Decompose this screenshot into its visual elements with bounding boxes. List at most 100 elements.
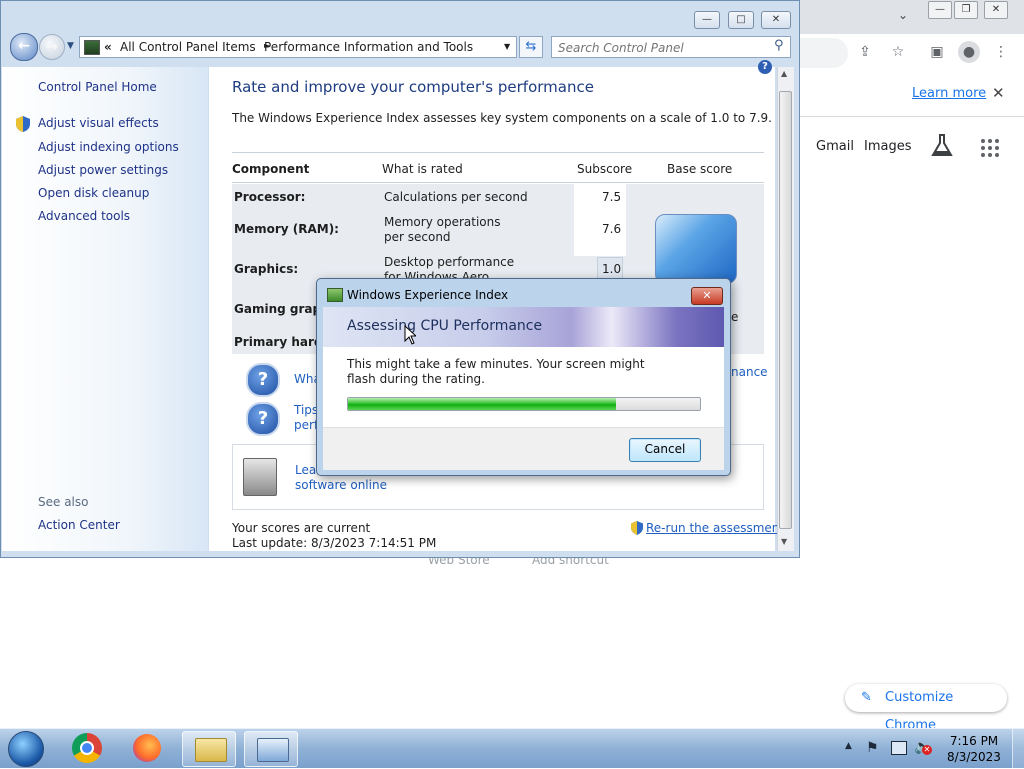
- rerun-assessment-link[interactable]: Re-run the assessment: [646, 521, 784, 535]
- omnibox[interactable]: [800, 38, 848, 68]
- wei-dialog: Windows Experience Index ✕ Assessing CPU…: [316, 278, 731, 476]
- address-dropdown-icon[interactable]: ▼: [504, 42, 510, 51]
- left-link-indexing-options[interactable]: Adjust indexing options: [38, 140, 179, 154]
- software-box-icon: [243, 458, 277, 496]
- tips-help-icon[interactable]: ?: [246, 402, 280, 436]
- action-center-link[interactable]: Action Center: [38, 518, 120, 532]
- dialog-close-button[interactable]: ✕: [691, 287, 723, 305]
- chrome-restore-button[interactable]: ❐: [954, 1, 978, 19]
- help-icon[interactable]: ?: [758, 60, 772, 74]
- help-circle-icon[interactable]: ?: [246, 363, 280, 397]
- firefox-icon: [133, 734, 161, 762]
- breadcrumb-current[interactable]: Performance Information and Tools: [264, 40, 473, 54]
- back-arrow-icon[interactable]: ←: [10, 33, 38, 61]
- tips-link-line1[interactable]: Tips: [294, 403, 318, 417]
- cp-minimize-button[interactable]: —: [694, 11, 720, 29]
- apps-grid-icon[interactable]: [980, 138, 1000, 158]
- profile-avatar-icon[interactable]: ●: [958, 41, 980, 63]
- dialog-message: This might take a few minutes. Your scre…: [347, 357, 645, 386]
- left-link-disk-cleanup[interactable]: Open disk cleanup: [38, 186, 149, 200]
- search-input[interactable]: [556, 39, 770, 57]
- assessment-progress-bar: [347, 397, 701, 411]
- refresh-button[interactable]: ⇆: [519, 36, 543, 58]
- explorer-icon: [195, 738, 227, 762]
- progress-fill: [348, 398, 616, 410]
- chrome-menu-icon[interactable]: ⋮: [990, 41, 1012, 63]
- row-label-processor: Processor:: [234, 190, 306, 204]
- intro-text: The Windows Experience Index assesses ke…: [232, 111, 772, 125]
- tips-link-line2[interactable]: perf: [294, 418, 318, 432]
- column-header-subscore: Subscore: [577, 162, 633, 176]
- see-also-heading: See also: [38, 495, 89, 509]
- left-link-visual-effects[interactable]: Adjust visual effects: [38, 116, 159, 130]
- images-link[interactable]: Images: [864, 139, 912, 154]
- learn-software-link-line2[interactable]: software online: [295, 478, 387, 492]
- dialog-title: Windows Experience Index: [347, 288, 509, 302]
- chrome-icon: [72, 733, 102, 763]
- chrome-taskbar-button[interactable]: [60, 731, 114, 767]
- chrome-minimize-button[interactable]: —: [928, 1, 952, 19]
- page-title: Rate and improve your computer's perform…: [232, 78, 594, 96]
- dialog-banner: Assessing CPU Performance: [323, 307, 724, 347]
- share-icon[interactable]: ⇪: [854, 41, 876, 63]
- show-hidden-icons-arrow[interactable]: ▲: [845, 741, 852, 751]
- control-panel-taskbar-button[interactable]: [244, 731, 298, 767]
- forward-arrow-icon[interactable]: →: [39, 34, 65, 60]
- mouse-cursor-icon: [404, 324, 418, 345]
- chrome-toolbar: ⇪ ☆ ▣ ● ⋮: [800, 34, 1024, 73]
- row-label-gaming-graphics: Gaming graphics:: [234, 302, 320, 316]
- cancel-button[interactable]: Cancel: [629, 438, 701, 462]
- control-panel-home-link[interactable]: Control Panel Home: [38, 80, 157, 94]
- dialog-app-icon: [327, 288, 343, 302]
- labs-flask-icon[interactable]: [930, 133, 954, 159]
- firefox-taskbar-button[interactable]: [120, 731, 174, 767]
- left-link-power-settings[interactable]: Adjust power settings: [38, 163, 168, 177]
- column-header-rated: What is rated: [382, 162, 463, 176]
- recent-pages-dropdown-icon[interactable]: ▼: [67, 41, 74, 51]
- table-header-rule: [232, 152, 764, 153]
- last-update-text: Last update: 8/3/2023 7:14:51 PM: [232, 536, 437, 550]
- show-desktop-button[interactable]: [1012, 729, 1024, 769]
- customize-chrome-button[interactable]: ✎ Customize Chrome: [845, 684, 1007, 733]
- base-score-suffix: e: [731, 310, 739, 324]
- flag-icon[interactable]: ⚑: [866, 740, 879, 756]
- left-link-advanced-tools[interactable]: Advanced tools: [38, 209, 130, 223]
- tab-dropdown-icon[interactable]: ⌄: [898, 8, 908, 22]
- row-subscore-graphics: 1.0: [602, 262, 622, 276]
- breadcrumb-all-items[interactable]: All Control Panel Items: [120, 40, 256, 54]
- row-label-graphics: Graphics:: [234, 262, 299, 276]
- clock-time[interactable]: 7:16 PM: [944, 734, 1004, 748]
- left-pane: Control Panel Home Adjust visual effects…: [2, 67, 208, 551]
- clock-date[interactable]: 8/3/2023: [944, 750, 1004, 764]
- start-orb-icon[interactable]: [8, 731, 44, 767]
- row-label-memory: Memory (RAM):: [234, 222, 339, 236]
- explorer-taskbar-button[interactable]: [182, 731, 236, 767]
- network-icon[interactable]: [891, 741, 907, 755]
- dialog-body: This might take a few minutes. Your scre…: [323, 347, 724, 427]
- volume-muted-icon[interactable]: 🔈✕: [914, 739, 932, 755]
- chrome-close-button[interactable]: ✕: [984, 1, 1008, 19]
- scores-current-text: Your scores are current: [232, 521, 371, 535]
- cp-maximize-button[interactable]: □: [728, 11, 754, 29]
- cp-close-button[interactable]: ✕: [761, 11, 791, 29]
- row-rated-processor: Calculations per second: [384, 190, 528, 204]
- breadcrumb-chevrons[interactable]: «: [104, 40, 112, 54]
- infobar-close-icon[interactable]: ✕: [992, 84, 1005, 102]
- vertical-scrollbar[interactable]: ▲ ▼: [777, 67, 794, 551]
- control-panel-small-icon: [84, 40, 100, 55]
- gmail-link[interactable]: Gmail: [816, 139, 854, 154]
- column-header-base-score: Base score: [667, 162, 733, 176]
- scroll-thumb[interactable]: [779, 91, 792, 529]
- search-box[interactable]: ⚲: [551, 36, 791, 58]
- pencil-icon: ✎: [861, 690, 872, 705]
- bookmark-star-icon[interactable]: ☆: [887, 41, 909, 63]
- chrome-window: ⌄ — ❐ ✕ ⇪ ☆ ▣ ● ⋮ Learn more ✕ Gmail Ima…: [800, 0, 1024, 728]
- uac-shield-icon: [631, 521, 643, 535]
- side-panel-icon[interactable]: ▣: [926, 41, 948, 63]
- right-link-fragment[interactable]: nance: [731, 365, 768, 379]
- address-bar[interactable]: « All Control Panel Items ► Performance …: [79, 36, 517, 58]
- search-icon[interactable]: ⚲: [774, 38, 784, 53]
- learn-more-link[interactable]: Learn more: [912, 86, 986, 101]
- scroll-down-arrow[interactable]: ▼: [781, 537, 787, 546]
- scroll-up-arrow[interactable]: ▲: [781, 69, 787, 78]
